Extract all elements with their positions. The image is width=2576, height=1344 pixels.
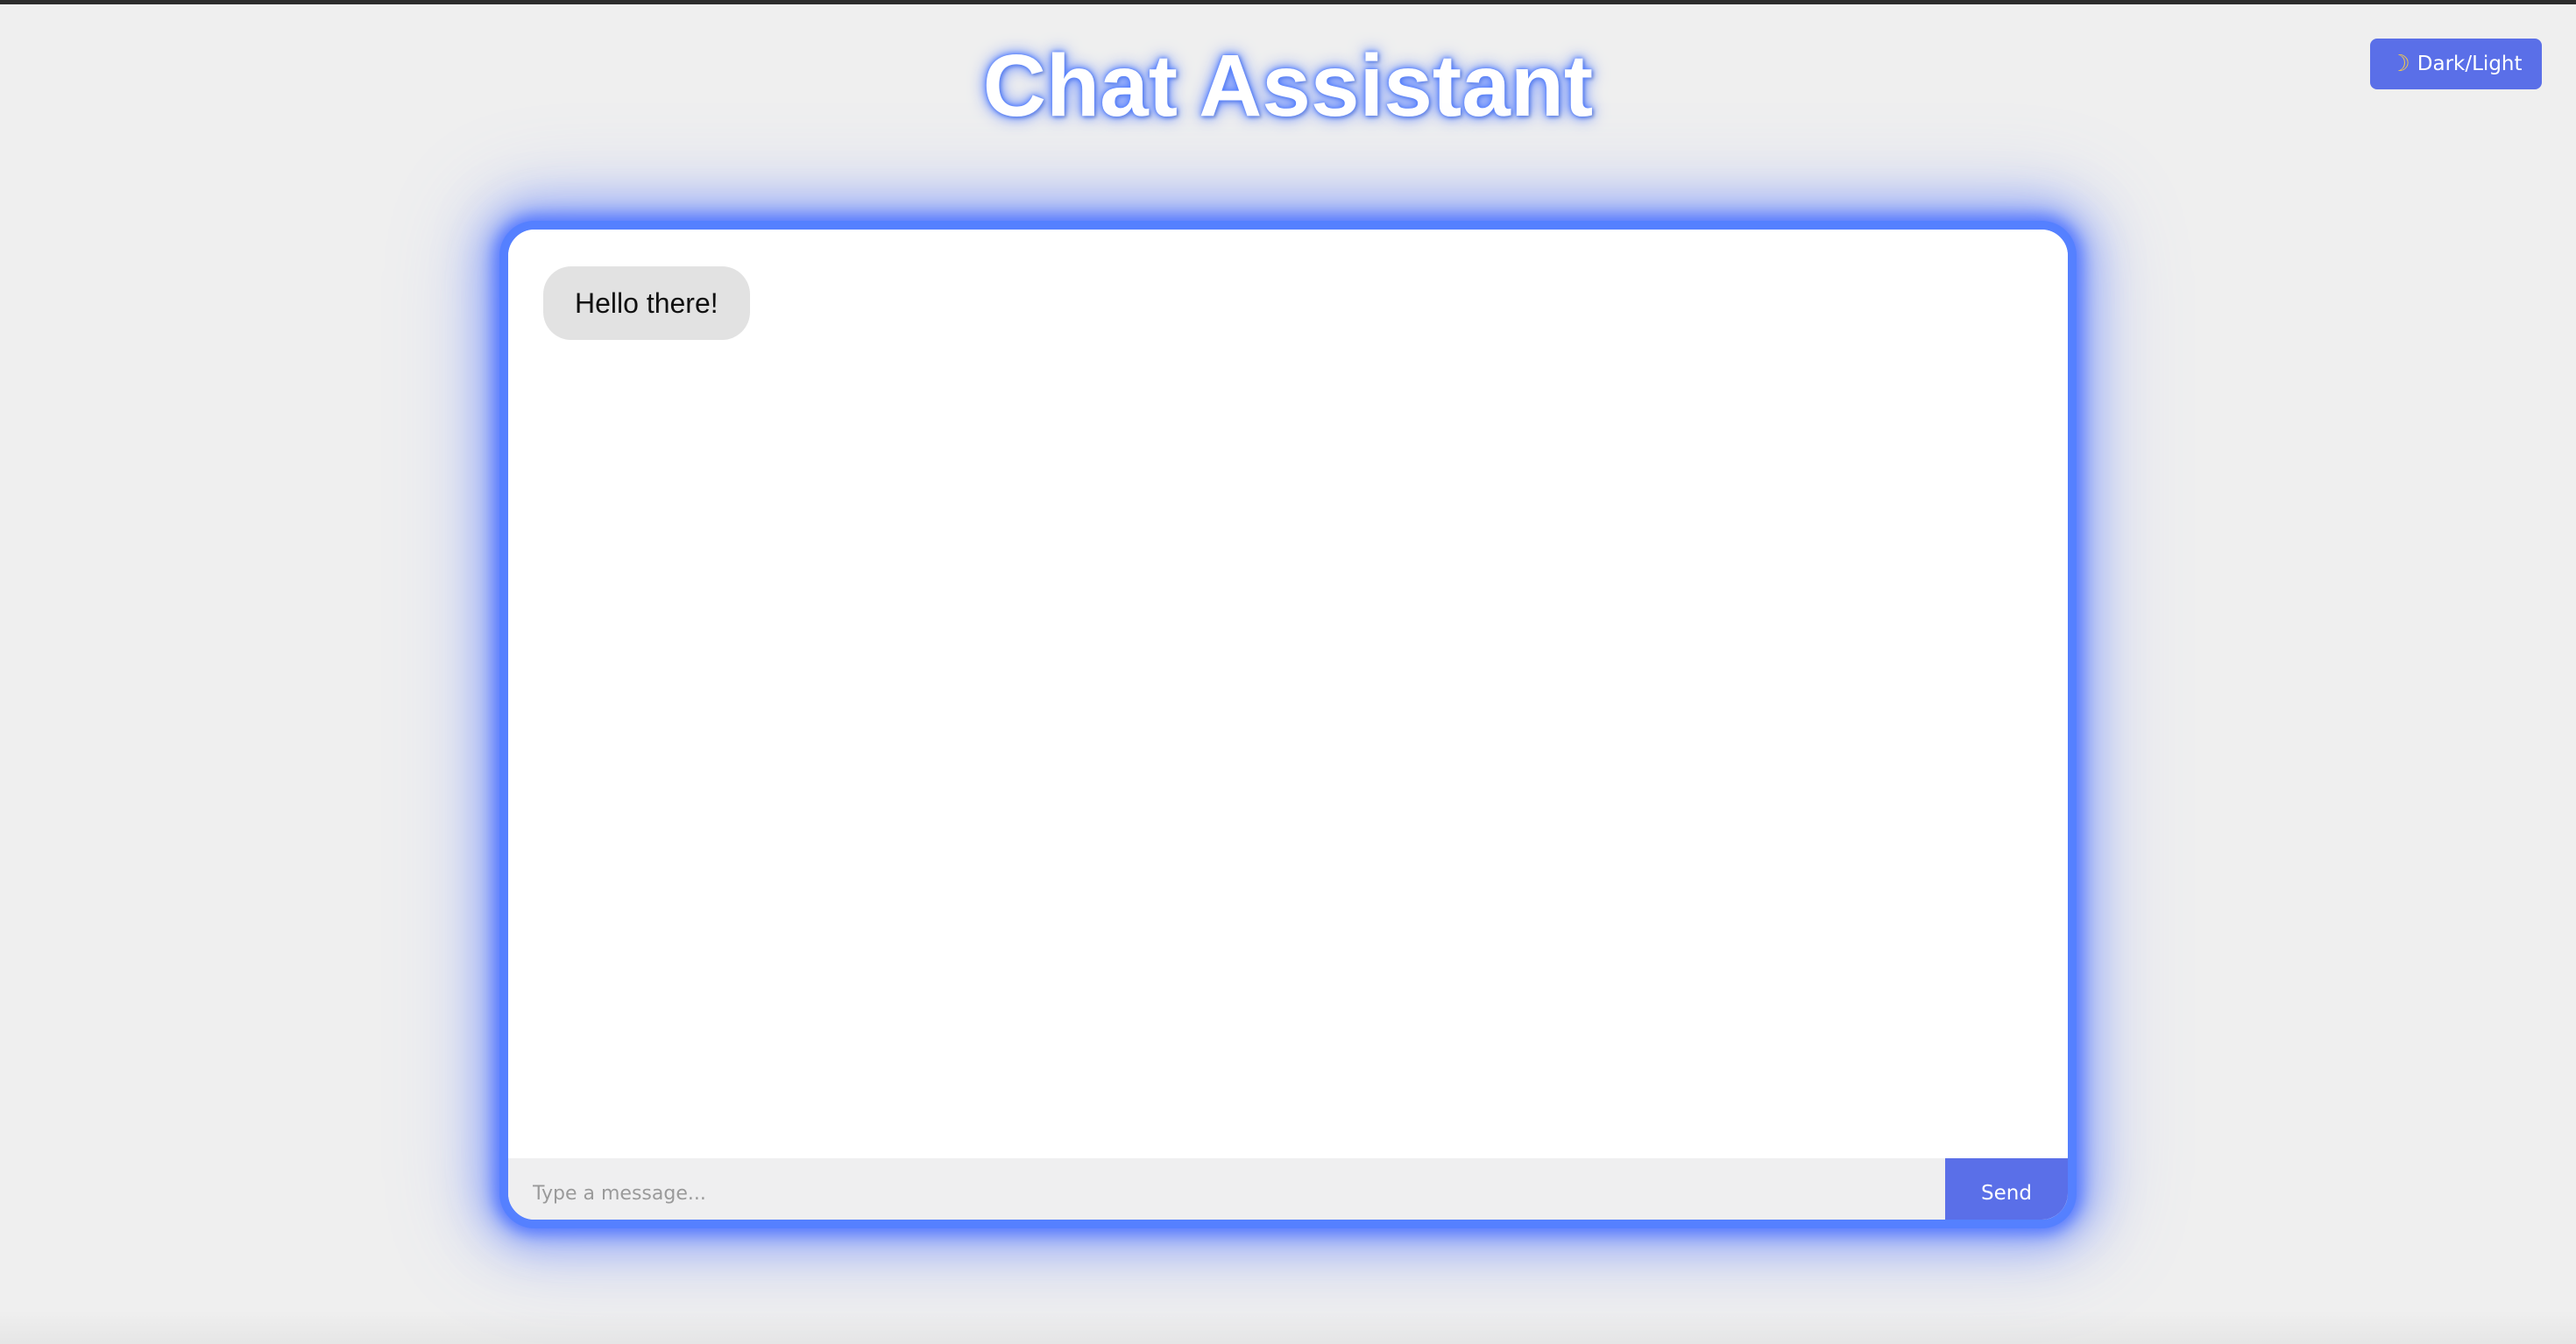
message-list[interactable]: Hello there! bbox=[508, 230, 2068, 1158]
send-button[interactable]: Send bbox=[1945, 1158, 2068, 1220]
window-top-edge bbox=[0, 0, 2576, 4]
message-input[interactable] bbox=[508, 1158, 1945, 1220]
chat-window: Hello there! Send bbox=[499, 221, 2077, 1228]
moon-icon: ☽ bbox=[2389, 51, 2410, 77]
composer: Send bbox=[508, 1158, 2068, 1220]
theme-toggle-button[interactable]: ☽ Dark/Light bbox=[2370, 39, 2542, 89]
message-bubble: Hello there! bbox=[543, 266, 750, 340]
page-title: Chat Assistant bbox=[982, 37, 1594, 135]
theme-toggle-label: Dark/Light bbox=[2417, 53, 2523, 75]
bottom-shade bbox=[0, 1311, 2576, 1344]
